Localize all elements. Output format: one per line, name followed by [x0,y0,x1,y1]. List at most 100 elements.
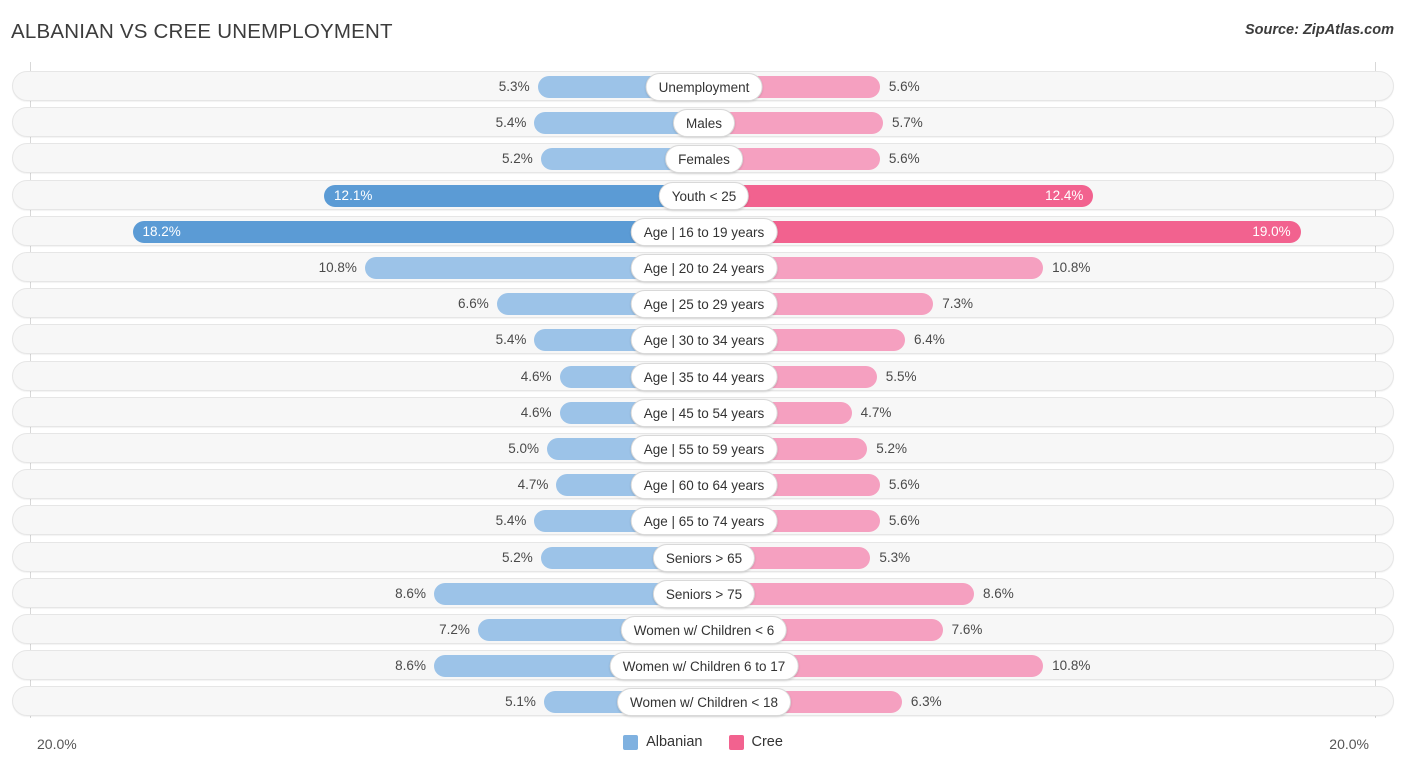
category-label-pill: Males [672,109,736,138]
bar-value-cree: 6.3% [910,694,942,710]
chart-row-inner: 4.6% 5.5% Age | 35 to 44 years [13,362,1393,391]
chart-row: 8.6% 8.6% Seniors > 75 [12,577,1394,608]
chart-row: 5.4% 5.7% Males [12,107,1394,138]
chart-row: 4.6% 4.7% Age | 45 to 54 years [12,396,1394,427]
bar-value-cree: 10.8% [1052,260,1091,275]
bar-value-cree: 5.6% [888,513,920,529]
chart-row-inner: 5.3% 5.6% Unemployment [13,72,1393,101]
bar-value-albanian: 7.2% [439,622,470,637]
bar-value-cree: 8.6% [983,585,1014,601]
bar-value-albanian: 8.6% [395,658,426,674]
chart-row-inner: 8.6% 8.6% Seniors > 75 [13,579,1393,608]
bar-value-cree: 10.8% [1052,658,1091,674]
bar-value-albanian: 4.7% [517,477,549,493]
legend-item[interactable]: Albanian [623,734,703,750]
bar-value-cree: 7.6% [951,622,983,637]
bar-value-albanian: 5.2% [501,151,533,167]
bar-value-cree: 5.6% [888,151,920,167]
chart-row: 5.2% 5.6% Females [12,143,1394,174]
chart-page: ALBANIAN VS CREE UNEMPLOYMENT Source: Zi… [0,0,1406,757]
bar-value-cree: 6.4% [913,332,945,348]
bar-value-cree: 5.2% [876,441,908,456]
legend-swatch-icon [728,734,744,750]
category-label-pill: Women w/ Children 6 to 17 [609,652,799,681]
chart-row: 5.1% 6.3% Women w/ Children < 18 [12,686,1394,717]
bar-value-albanian: 5.3% [498,79,530,94]
diverging-bar-chart: 5.3% 5.6% Unemployment 5.4% 5.7% Males 5.2% 5.6… [0,62,1406,718]
bar-value-cree: 19.0% [1252,223,1291,239]
chart-row: 18.2% 19.0% Age | 16 to 19 years [12,215,1394,246]
bar-value-albanian: 18.2% [142,223,181,239]
chart-row-inner: 5.2% 5.3% Seniors > 65 [13,543,1393,572]
category-label-pill: Age | 35 to 44 years [630,362,778,391]
category-label-pill: Age | 55 to 59 years [630,435,778,463]
chart-row: 12.1% 12.4% Youth < 25 [12,179,1394,210]
bar-value-albanian: 8.6% [395,585,426,601]
legend-item[interactable]: Cree [728,734,783,750]
bar-value-albanian: 5.4% [495,332,527,348]
category-label-pill: Age | 16 to 19 years [630,217,778,246]
category-label-pill: Seniors > 65 [652,543,756,572]
bar-value-cree: 5.6% [888,477,920,493]
category-label-pill: Age | 25 to 29 years [630,290,778,319]
bar-value-albanian: 6.6% [457,296,489,312]
chart-row-inner: 4.7% 5.6% Age | 60 to 64 years [13,470,1393,500]
bar-value-albanian: 10.8% [318,260,357,275]
bar-albanian [324,184,704,207]
bar-cree [704,220,1301,243]
bar-value-cree: 5.5% [885,368,917,384]
chart-row: 5.4% 5.6% Age | 65 to 74 years [12,505,1394,536]
bar-cree [704,184,1094,207]
bar-value-albanian: 12.1% [334,187,373,203]
bar-value-cree: 5.7% [891,115,923,131]
category-label-pill: Age | 20 to 24 years [630,254,778,282]
chart-row-inner: 10.8% 10.8% Age | 20 to 24 years [13,253,1393,282]
chart-footer: 20.0% 20.0% Albanian Cree [0,718,1406,757]
chart-row: 6.6% 7.3% Age | 25 to 29 years [12,288,1394,319]
source-attribution: Source: ZipAtlas.com [1244,22,1394,38]
bar-value-cree: 5.3% [879,549,911,565]
chart-row-inner: 7.2% 7.6% Women w/ Children < 6 [13,615,1393,644]
bar-value-albanian: 5.2% [501,549,533,565]
bar-value-albanian: 5.1% [505,694,536,710]
bar-value-albanian: 4.6% [520,404,552,420]
chart-row: 5.2% 5.3% Seniors > 65 [12,541,1394,572]
chart-row-inner: 5.4% 5.7% Males [13,108,1393,138]
category-label-pill: Seniors > 75 [652,579,756,608]
chart-row: 7.2% 7.6% Women w/ Children < 6 [12,614,1394,644]
chart-row-inner: 5.0% 5.2% Age | 55 to 59 years [13,434,1393,463]
chart-row-inner: 5.2% 5.6% Females [13,144,1393,174]
bar-value-albanian: 5.4% [495,115,527,131]
chart-row-inner: 5.4% 6.4% Age | 30 to 34 years [13,325,1393,355]
chart-row: 5.3% 5.6% Unemployment [12,71,1394,101]
category-label-pill: Age | 65 to 74 years [630,507,778,536]
bar-value-cree: 7.3% [942,296,973,312]
chart-row-inner: 12.1% 12.4% Youth < 25 [13,181,1393,210]
chart-header: ALBANIAN VS CREE UNEMPLOYMENT Source: Zi… [0,0,1406,62]
bar-value-cree: 4.7% [860,404,892,420]
category-label-pill: Women w/ Children < 6 [620,616,788,644]
bar-albanian [132,220,704,243]
bar-value-albanian: 5.4% [495,513,527,529]
legend-label: Cree [751,734,783,750]
bar-value-cree: 12.4% [1045,187,1084,203]
chart-row-inner: 5.1% 6.3% Women w/ Children < 18 [13,687,1393,717]
chart-row-inner: 6.6% 7.3% Age | 25 to 29 years [13,289,1393,319]
bar-value-albanian: 4.6% [520,368,552,384]
category-label-pill: Unemployment [645,73,763,101]
chart-row: 5.0% 5.2% Age | 55 to 59 years [12,433,1394,463]
chart-row-inner: 4.6% 4.7% Age | 45 to 54 years [13,398,1393,427]
chart-legend: Albanian Cree [0,734,1406,750]
chart-row-inner: 18.2% 19.0% Age | 16 to 19 years [13,217,1393,246]
chart-row: 5.4% 6.4% Age | 30 to 34 years [12,324,1394,355]
chart-row-inner: 8.6% 10.8% Women w/ Children 6 to 17 [13,651,1393,681]
legend-swatch-icon [623,734,639,750]
chart-row: 8.6% 10.8% Women w/ Children 6 to 17 [12,650,1394,681]
bar-value-cree: 5.6% [888,79,920,94]
chart-row: 10.8% 10.8% Age | 20 to 24 years [12,252,1394,282]
legend-label: Albanian [646,734,703,750]
category-label-pill: Youth < 25 [658,181,750,210]
category-label-pill: Age | 60 to 64 years [630,471,778,500]
bar-value-albanian: 5.0% [508,441,539,456]
category-label-pill: Age | 45 to 54 years [630,398,778,427]
